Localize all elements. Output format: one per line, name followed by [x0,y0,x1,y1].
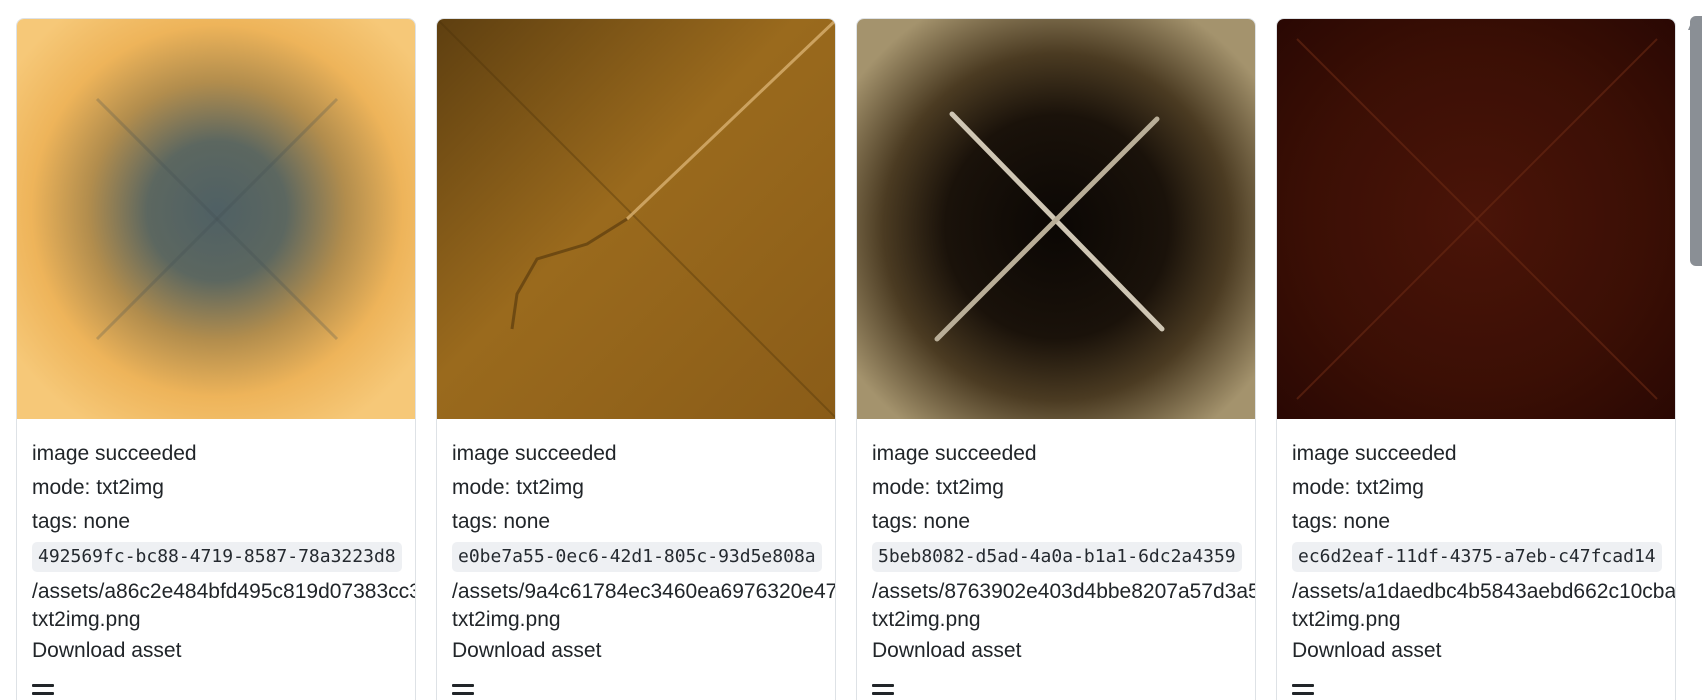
asset-card: image succeeded mode: txt2img tags: none… [436,18,836,700]
asset-grid: image succeeded mode: txt2img tags: none… [16,18,1676,700]
asset-uuid: 492569fc-bc88-4719-8587-78a3223d8 [32,542,402,572]
mode-text: mode: txt2img [872,476,1004,499]
asset-filename: txt2img.png [872,608,981,631]
status-text: image succeeded [872,442,1037,465]
status-text: image succeeded [452,442,617,465]
asset-path: /assets/9a4c61784ec3460ea6976320e470 [452,580,835,603]
asset-details: image succeeded mode: txt2img tags: none… [857,419,1255,700]
asset-filename: txt2img.png [452,608,561,631]
menu-icon[interactable] [32,684,54,695]
mode-text: mode: txt2img [1292,476,1424,499]
status-text: image succeeded [1292,442,1457,465]
asset-path: /assets/a86c2e484bfd495c819d07383cc33 [32,580,415,603]
menu-icon[interactable] [452,684,474,695]
asset-details: image succeeded mode: txt2img tags: none… [17,419,415,700]
asset-uuid: ec6d2eaf-11df-4375-a7eb-c47fcad14 [1292,542,1662,572]
download-asset-link[interactable]: Download asset [1292,634,1660,668]
tags-text: tags: none [1292,510,1391,533]
asset-gallery-page: image succeeded mode: txt2img tags: none… [0,0,1702,700]
asset-card: image succeeded mode: txt2img tags: none… [16,18,416,700]
asset-uuid: 5beb8082-d5ad-4a0a-b1a1-6dc2a4359 [872,542,1242,572]
tags-text: tags: none [872,510,971,533]
menu-icon[interactable] [872,684,894,695]
vertical-scrollbar[interactable] [1688,16,1702,266]
asset-thumbnail[interactable] [1277,19,1676,419]
asset-card: image succeeded mode: txt2img tags: none… [1276,18,1676,700]
status-text: image succeeded [32,442,197,465]
asset-uuid: e0be7a55-0ec6-42d1-805c-93d5e808a [452,542,822,572]
asset-path: /assets/8763902e403d4bbe8207a57d3a53 [872,580,1255,603]
download-asset-link[interactable]: Download asset [872,634,1240,668]
asset-path: /assets/a1daedbc4b5843aebd662c10cba3 [1292,580,1675,603]
asset-thumbnail[interactable] [857,19,1256,419]
asset-thumbnail[interactable] [437,19,836,419]
tags-text: tags: none [452,510,551,533]
asset-filename: txt2img.png [32,608,141,631]
download-asset-link[interactable]: Download asset [32,634,400,668]
tags-text: tags: none [32,510,131,533]
asset-thumbnail[interactable] [17,19,416,419]
download-asset-link[interactable]: Download asset [452,634,820,668]
asset-card: image succeeded mode: txt2img tags: none… [856,18,1256,700]
scroll-up-arrow-icon[interactable] [1688,16,1700,30]
menu-icon[interactable] [1292,684,1314,695]
asset-filename: txt2img.png [1292,608,1401,631]
asset-details: image succeeded mode: txt2img tags: none… [437,419,835,700]
mode-text: mode: txt2img [452,476,584,499]
asset-details: image succeeded mode: txt2img tags: none… [1277,419,1675,700]
mode-text: mode: txt2img [32,476,164,499]
